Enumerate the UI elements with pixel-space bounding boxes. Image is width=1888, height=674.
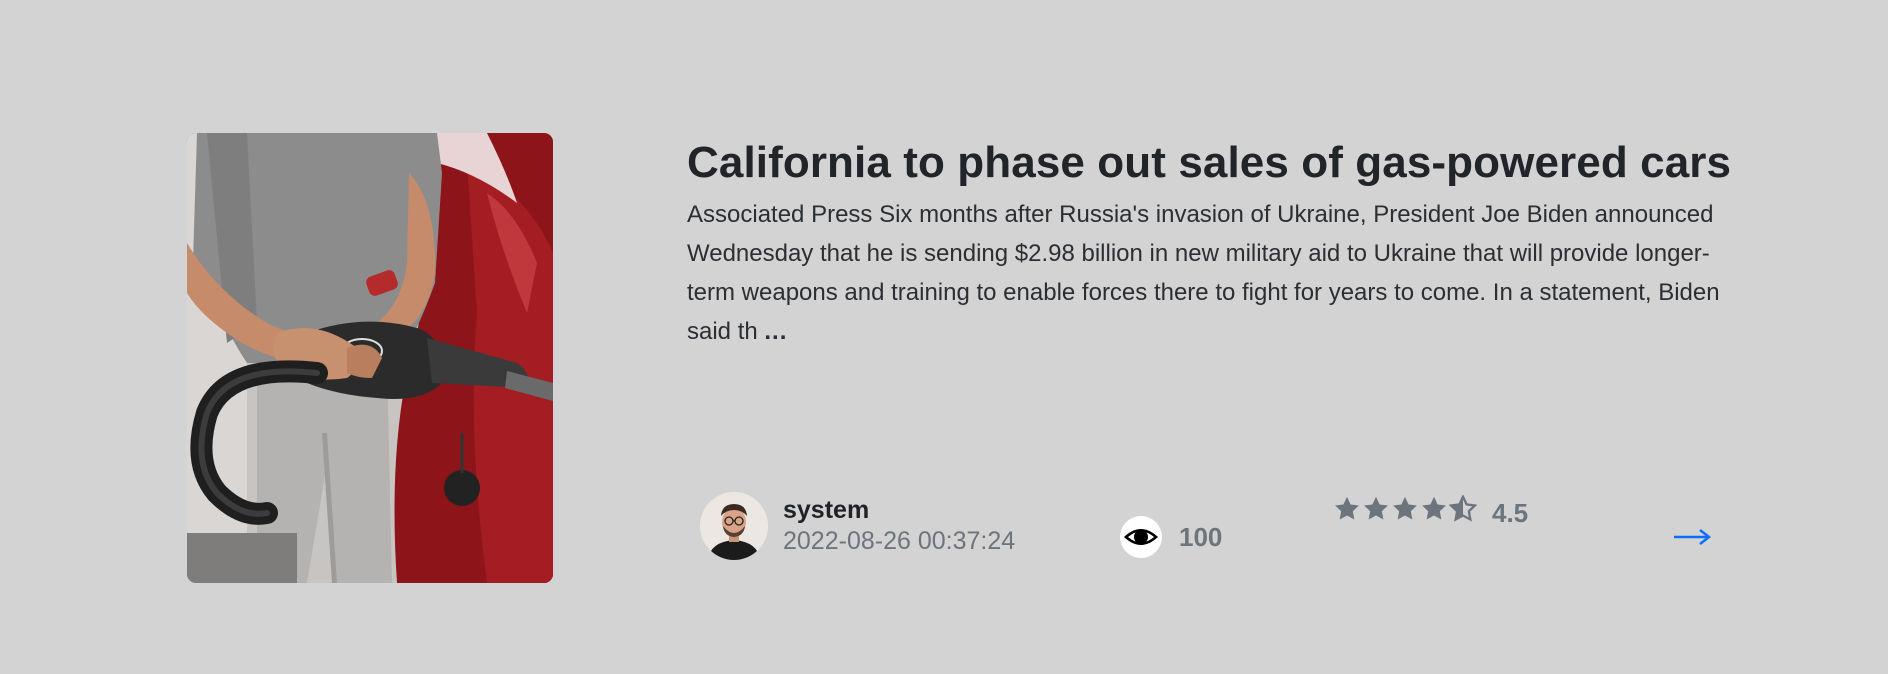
read-more-button[interactable] [1668, 513, 1716, 561]
author-name[interactable]: system [783, 495, 1015, 525]
rating: 4.5 [1333, 488, 1528, 529]
arrow-right-icon [1674, 529, 1712, 545]
article-content: California to phase out sales of gas-pow… [687, 133, 1757, 351]
user-avatar[interactable] [700, 492, 768, 560]
star-full-icon [1422, 496, 1446, 519]
user-avatar-icon [700, 492, 768, 560]
rating-value: 4.5 [1492, 498, 1529, 528]
star-half-icon [1449, 494, 1477, 522]
star-full-icon [1335, 496, 1359, 519]
view-count: 100 [1179, 521, 1223, 552]
article-excerpt: Associated Press Six months after Russia… [687, 195, 1757, 351]
ellipsis-more: ... [764, 318, 788, 345]
article-card: VST California to phase out sales of gas… [0, 0, 1888, 674]
eye-icon [1120, 516, 1162, 558]
rating-stars [1333, 494, 1478, 523]
article-title[interactable]: California to phase out sales of gas-pow… [687, 133, 1757, 193]
gas-pump-photo: VST [187, 133, 553, 583]
star-full-icon [1364, 496, 1388, 519]
article-excerpt-text: Associated Press Six months after Russia… [687, 201, 1720, 345]
author-text: system 2022-08-26 00:37:24 [783, 495, 1015, 557]
article-image[interactable]: VST [187, 133, 553, 583]
author-info: system 2022-08-26 00:37:24 [700, 492, 1015, 560]
post-date: 2022-08-26 00:37:24 [783, 527, 1016, 555]
star-full-icon [1393, 496, 1417, 519]
view-counter: 100 [1120, 516, 1222, 558]
